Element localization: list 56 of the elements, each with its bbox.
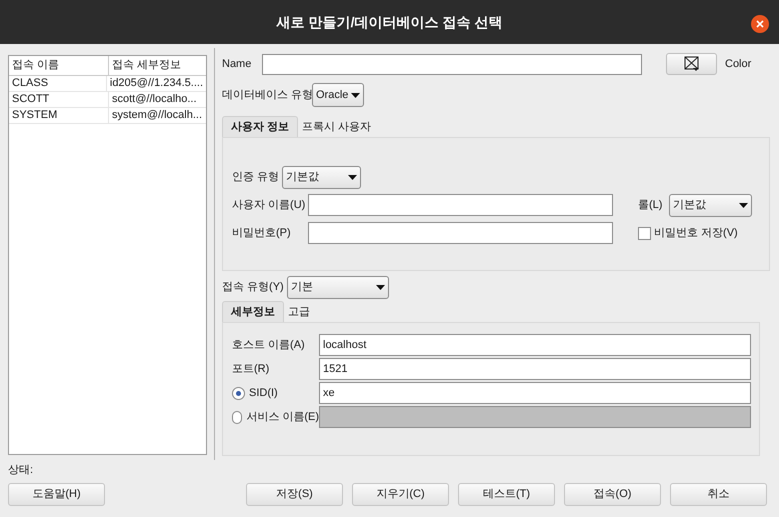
caret-icon	[376, 285, 385, 290]
field-label: 호스트 이름(A)	[232, 338, 305, 353]
field-label: SID(I)	[249, 386, 278, 401]
help-button[interactable]: 도움말(H)	[8, 483, 105, 506]
column-header[interactable]: 접속 이름	[9, 56, 109, 75]
text-field[interactable]: 1521	[319, 358, 751, 380]
column-header[interactable]: 접속 세부정보	[109, 56, 206, 75]
connection-row[interactable]: CLASS id205@//1.234.5....	[9, 76, 206, 92]
table-cell-text: id205@//1.234.5....	[108, 76, 204, 91]
close-icon	[756, 20, 764, 28]
username-field[interactable]	[308, 194, 613, 216]
field-label: 비밀번호(P)	[232, 226, 292, 241]
tab[interactable]: 고급	[284, 303, 314, 322]
field-label: 접속 유형(Y)	[222, 280, 285, 296]
connection-row[interactable]: SYSTEM system@//localh...	[9, 108, 206, 124]
tab[interactable]: 프록시 사용자	[298, 118, 376, 137]
table-cell-text: system@//localh...	[111, 108, 204, 123]
save-password-checkbox[interactable]	[638, 226, 651, 240]
password-field[interactable]	[308, 222, 613, 244]
caret-icon	[348, 175, 357, 180]
auth-type-dropdown[interactable]: 기본값	[282, 166, 361, 189]
dialog-button[interactable]: 접속(O)	[564, 483, 661, 506]
role-dropdown[interactable]: 기본값	[669, 194, 752, 216]
color-label: Color	[725, 56, 752, 72]
window-title: 새로 만들기/데이터베이스 접속 선택	[276, 12, 502, 32]
field-label: Name	[222, 56, 252, 72]
table-cell: SCOTT	[9, 92, 109, 107]
database-type-dropdown[interactable]: Oracle	[312, 83, 364, 107]
connection-row[interactable]: SCOTT scott@//localho...	[9, 92, 206, 108]
field-label: 롤(L)	[638, 198, 664, 213]
connection-type-dropdown[interactable]: 기본	[287, 276, 389, 299]
tab[interactable]: 세부정보	[222, 301, 284, 322]
name-field[interactable]	[262, 54, 642, 74]
tab[interactable]: 사용자 정보	[222, 116, 298, 137]
field-label: 인증 유형	[232, 170, 280, 186]
caret-icon	[351, 92, 360, 98]
table-cell: SYSTEM	[9, 108, 109, 123]
field-label: 사용자 이름(U)	[232, 198, 306, 213]
field-label: 서비스 이름(E)	[246, 410, 319, 425]
color-swatch-icon	[684, 56, 700, 72]
close-button[interactable]	[751, 15, 769, 33]
dialog-button[interactable]: 저장(S)	[246, 483, 343, 506]
color-button[interactable]	[666, 53, 717, 75]
dialog-button[interactable]: 취소	[670, 483, 767, 506]
radio-button[interactable]	[232, 386, 245, 400]
text-field[interactable]: xe	[319, 382, 751, 404]
checkbox-label: 비밀번호 저장(V)	[654, 226, 738, 241]
table-cell-text: scott@//localho...	[111, 92, 198, 107]
field-label: 데이터베이스 유형	[222, 88, 312, 103]
caret-icon	[739, 202, 748, 208]
table-cell: CLASS	[9, 76, 107, 91]
status-label: 상태:	[8, 463, 34, 478]
dialog-button[interactable]: 테스트(T)	[458, 483, 555, 506]
text-field[interactable]: localhost	[319, 334, 751, 356]
dialog-button[interactable]: 지우기(C)	[352, 483, 449, 506]
field-label: 포트(R)	[232, 362, 270, 377]
